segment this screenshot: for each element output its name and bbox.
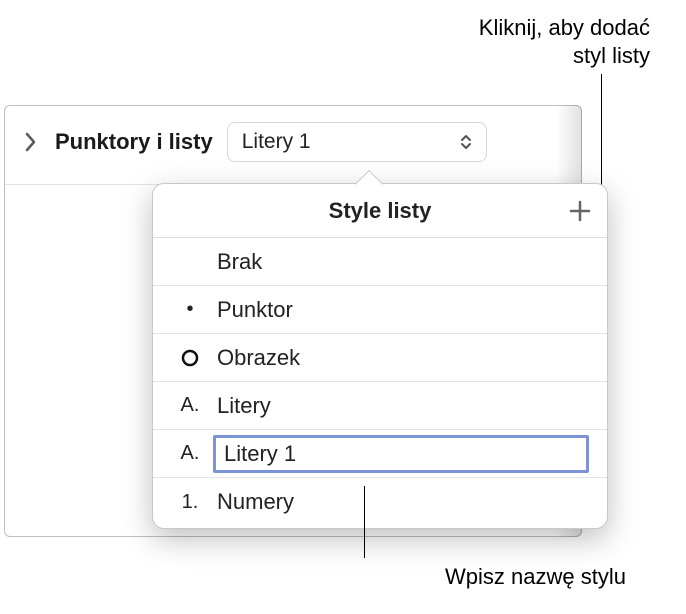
list-marker-letter: A. [171,442,209,465]
bullet-icon: • [171,298,209,321]
style-name-input-value: Litery 1 [224,441,296,467]
popover-header: Style listy [153,184,607,238]
circle-icon [171,346,209,369]
list-style-dropdown[interactable]: Litery 1 [227,122,487,162]
list-item-image[interactable]: Obrazek [153,334,607,382]
list-item-letters-1[interactable]: A. Litery 1 [153,430,607,478]
list-item-label: Numery [217,489,294,515]
add-style-button[interactable] [567,198,593,224]
list-item-label: Punktor [217,297,293,323]
list-styles-list: Brak • Punktor Obrazek A. Litery A. Lite… [153,238,607,526]
list-item-label: Litery [217,393,271,419]
list-item-label: Obrazek [217,345,300,371]
dropdown-selected-value: Litery 1 [242,130,311,154]
list-item-none[interactable]: Brak [153,238,607,286]
style-name-input[interactable]: Litery 1 [213,435,589,473]
callout-type-name: Wpisz nazwę stylu [445,564,626,590]
list-styles-popover: Style listy Brak • Punktor Obrazek A. Li… [152,183,608,529]
list-item-label: Brak [217,249,262,275]
chevron-right-icon[interactable] [25,132,37,152]
bullets-lists-row: Punktory i listy Litery 1 [5,106,581,162]
list-item-letters[interactable]: A. Litery [153,382,607,430]
list-item-bullet[interactable]: • Punktor [153,286,607,334]
list-marker-number: 1. [171,491,209,514]
section-label-bullets: Punktory i listy [55,129,213,155]
chevron-updown-icon [460,133,472,151]
list-item-numbers[interactable]: 1. Numery [153,478,607,526]
list-marker-letter: A. [171,394,209,417]
callout-line-bottom [364,486,365,558]
popover-title: Style listy [329,198,432,224]
callout-add-style: Kliknij, aby dodać styl listy [479,14,650,69]
